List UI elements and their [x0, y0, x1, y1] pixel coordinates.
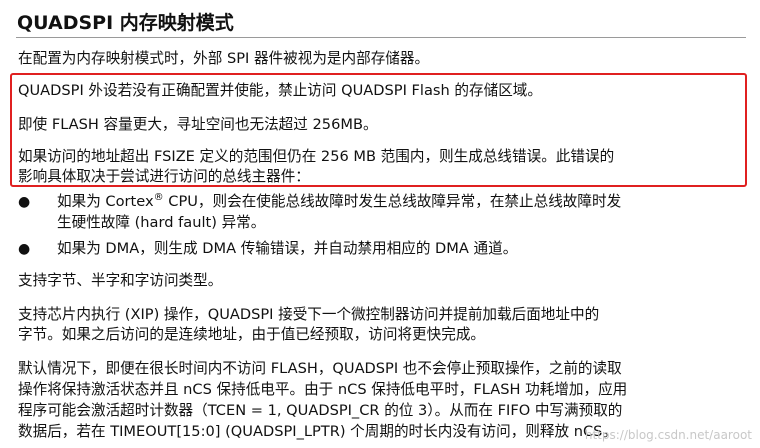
section-heading: QUADSPI 内存映射模式 [17, 12, 234, 34]
watermark: https://blog.csdn.net/aaroot [584, 428, 752, 442]
bullet-marker-1: ● [18, 194, 31, 210]
box-line-2: 即使 FLASH 容量更大，寻址空间也无法超过 256MB。 [18, 116, 378, 133]
bullet-1-line-1-post: CPU，则会在使能总线故障时发生总线故障异常，在禁止总线故障时发 [163, 193, 622, 210]
xip-line-2: 字节。如果之后访问的是连续地址，由于值已经预取，访问将更快完成。 [18, 326, 486, 343]
bullet-marker-2: ● [18, 241, 31, 257]
bullet-1-line-2: 生硬性故障 (hard fault) 异常。 [57, 214, 266, 231]
box-line-3b: 影响具体取决于尝试进行访问的总线主器件： [18, 168, 310, 185]
default-line-4: 数据后，若在 TIMEOUT[15:0] (QUADSPI_LPTR) 个周期的… [18, 423, 618, 440]
xip-line-1: 支持芯片内执行 (XIP) 操作，QUADSPI 接受下一个微控制器访问并提前加… [18, 306, 600, 323]
access-types-paragraph: 支持字节、半字和字访问类型。 [18, 272, 223, 289]
box-line-3a: 如果访问的地址超出 FSIZE 定义的范围但仍在 256 MB 范围内，则生成总… [18, 148, 615, 165]
box-line-1: QUADSPI 外设若没有正确配置并使能，禁止访问 QUADSPI Flash … [18, 82, 542, 99]
heading-rule [16, 37, 746, 38]
bullet-1-line-1-pre: 如果为 Cortex [57, 193, 154, 210]
intro-paragraph: 在配置为内存映射模式时，外部 SPI 器件被视为是内部存储器。 [18, 50, 430, 67]
default-line-3: 程序可能会激活超时计数器（TCEN = 1, QUADSPI_CR 的位 3）。… [18, 402, 623, 419]
bullet-2-line-1: 如果为 DMA，则生成 DMA 传输错误，并自动禁用相应的 DMA 通道。 [57, 240, 518, 257]
registered-mark: ® [153, 192, 164, 204]
default-line-1: 默认情况下，即便在很长时间内不访问 FLASH，QUADSPI 也不会停止预取操… [18, 360, 622, 377]
bullet-1-line-1: 如果为 Cortex® CPU，则会在使能总线故障时发生总线故障异常，在禁止总线… [57, 191, 621, 213]
default-line-2: 操作将保持激活状态并且 nCS 保持低电平。由于 nCS 保持低电平时，FLAS… [18, 381, 628, 398]
